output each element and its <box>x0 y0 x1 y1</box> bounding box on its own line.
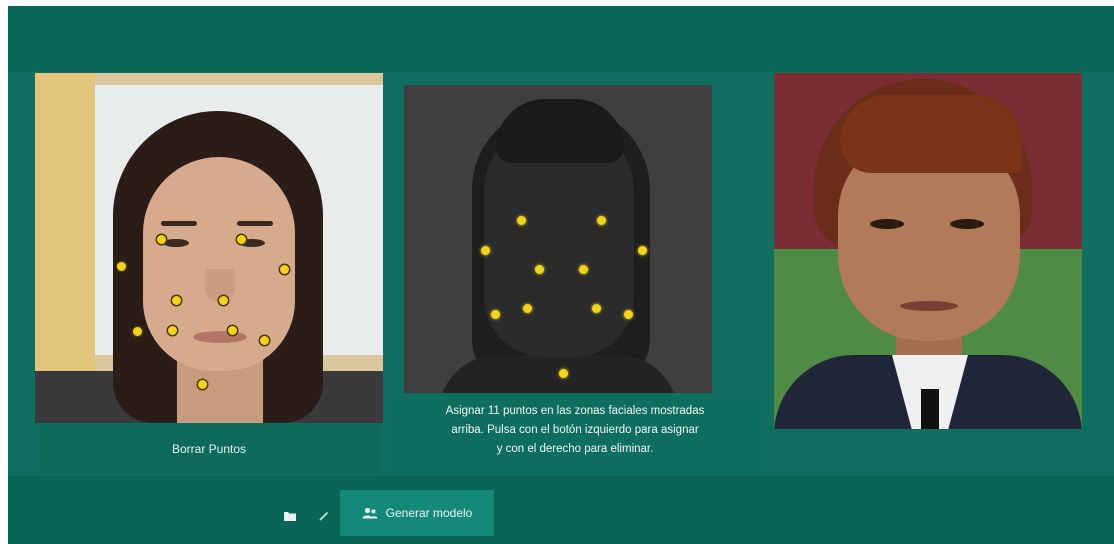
reference-point <box>481 246 490 255</box>
instruction-line: y con el derecho para eliminar. <box>496 443 654 455</box>
landmark-point[interactable] <box>172 296 181 305</box>
landmark-point[interactable] <box>260 336 269 345</box>
edit-button[interactable] <box>310 496 338 536</box>
user-group-icon <box>362 507 378 519</box>
landmark-point[interactable] <box>157 235 166 244</box>
clear-points-button[interactable]: Borrar Puntos <box>39 424 379 474</box>
top-bar <box>8 6 1114 72</box>
instructions-text: Asignar 11 puntos en las zonas faciales … <box>390 400 760 478</box>
pencil-icon <box>319 511 329 521</box>
folder-icon <box>284 512 296 521</box>
reference-point <box>535 265 544 274</box>
reference-point <box>592 304 601 313</box>
reference-point <box>579 265 588 274</box>
reference-point <box>517 216 526 225</box>
landmark-point[interactable] <box>280 265 289 274</box>
bottom-toolbar <box>8 476 1114 544</box>
app-window: Borrar Puntos Asignar 11 puntos en las z… <box>8 6 1114 544</box>
reference-point <box>638 246 647 255</box>
reference-point <box>491 310 500 319</box>
open-folder-button[interactable] <box>276 496 304 536</box>
reference-point <box>523 304 532 313</box>
reference-landmark-guide <box>404 85 712 393</box>
landmark-point[interactable] <box>168 326 177 335</box>
reference-point <box>624 310 633 319</box>
instruction-line: arriba. Pulsa con el botón izquierdo par… <box>451 424 699 436</box>
generate-model-button[interactable]: Generar modelo <box>340 490 494 536</box>
generate-model-label: Generar modelo <box>385 506 473 520</box>
landmark-point[interactable] <box>117 262 126 271</box>
landmark-point[interactable] <box>133 327 142 336</box>
clear-points-label: Borrar Puntos <box>171 442 247 456</box>
landmark-point[interactable] <box>237 235 246 244</box>
generated-avatar-preview <box>774 73 1082 429</box>
user-photo-canvas[interactable] <box>35 73 383 423</box>
landmark-point[interactable] <box>228 326 237 335</box>
landmark-point[interactable] <box>198 380 207 389</box>
landmark-point[interactable] <box>219 296 228 305</box>
reference-point <box>559 369 568 378</box>
instruction-line: Asignar 11 puntos en las zonas faciales … <box>445 405 705 417</box>
reference-point <box>597 216 606 225</box>
